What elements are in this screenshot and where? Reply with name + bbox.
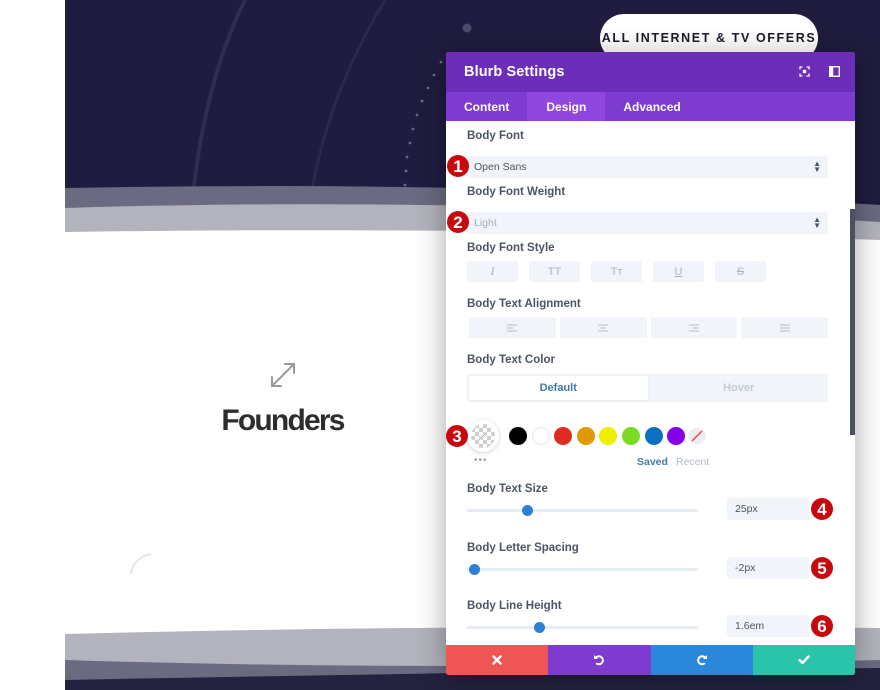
body-font-weight-value: Light bbox=[474, 217, 497, 229]
body-text-size-input[interactable]: 25px bbox=[727, 498, 809, 520]
select-arrows-icon: ▲ ▼ bbox=[813, 159, 821, 174]
step-badge-1: 1 bbox=[447, 155, 469, 177]
focus-mode-icon[interactable] bbox=[797, 64, 811, 78]
body-letter-spacing-field: Body Letter Spacing -2px 5 bbox=[467, 542, 833, 582]
color-swatch-red[interactable] bbox=[554, 427, 573, 445]
body-line-height-input[interactable]: 1.6em bbox=[727, 615, 809, 637]
settings-body: Body Font Open Sans ▲ ▼ 1 Body Font Weigh… bbox=[446, 121, 855, 645]
color-swatch-blue[interactable] bbox=[644, 427, 663, 445]
tab-content[interactable]: Content bbox=[446, 92, 527, 121]
body-font-select[interactable]: Open Sans ▲ ▼ bbox=[467, 156, 828, 178]
close-icon bbox=[492, 655, 502, 665]
undo-button[interactable] bbox=[548, 645, 651, 675]
slider-thumb[interactable] bbox=[533, 622, 545, 633]
align-center-icon bbox=[598, 324, 609, 331]
color-swatches: ••• Saved Recent 3 bbox=[446, 420, 827, 468]
color-swatch-black[interactable] bbox=[509, 427, 527, 445]
undo-icon bbox=[594, 655, 605, 666]
founders-title: Founders bbox=[221, 404, 345, 437]
body-text-size-field: Body Text Size 25px 4 bbox=[467, 483, 833, 523]
cancel-button[interactable] bbox=[446, 645, 549, 675]
align-left-button[interactable] bbox=[469, 317, 556, 338]
body-letter-spacing-slider[interactable] bbox=[467, 564, 698, 575]
underline-button[interactable]: U bbox=[653, 261, 704, 282]
color-swatch-white[interactable] bbox=[531, 427, 550, 445]
body-text-color-label: Body Text Color bbox=[467, 354, 555, 366]
body-letter-spacing-label: Body Letter Spacing bbox=[467, 542, 579, 554]
capitalize-button[interactable]: Tт bbox=[591, 261, 642, 282]
step-badge-3: 3 bbox=[446, 425, 468, 447]
eyedropper-icon bbox=[478, 432, 487, 441]
align-right-button[interactable] bbox=[650, 317, 738, 338]
modal-header[interactable]: Blurb Settings bbox=[446, 52, 855, 92]
saved-colors-tab[interactable]: Saved bbox=[637, 456, 668, 468]
body-text-alignment-field: Body Text Alignment bbox=[467, 298, 828, 343]
body-text-color-field: Body Text Color Default Hover bbox=[467, 354, 828, 414]
decorative-arc bbox=[130, 553, 152, 575]
blurb-settings-modal: Blurb Settings Content Design Advanced B… bbox=[446, 52, 855, 675]
body-font-style-field: Body Font Style I TT Tт U S bbox=[467, 242, 828, 287]
body-text-alignment-label: Body Text Alignment bbox=[467, 298, 581, 310]
scrollbar[interactable] bbox=[850, 209, 855, 435]
align-right-icon bbox=[688, 324, 699, 331]
color-state-toggle: Default Hover bbox=[467, 374, 828, 402]
recent-colors-tab[interactable]: Recent bbox=[676, 456, 709, 468]
modal-footer bbox=[446, 645, 855, 675]
slider-thumb[interactable] bbox=[522, 505, 534, 516]
tab-design[interactable]: Design bbox=[527, 92, 606, 121]
color-swatch-purple[interactable] bbox=[667, 427, 686, 445]
redo-icon bbox=[696, 655, 707, 666]
select-arrows-icon: ▲ ▼ bbox=[813, 215, 821, 230]
body-text-size-label: Body Text Size bbox=[467, 483, 548, 495]
align-center-button[interactable] bbox=[559, 317, 647, 338]
color-picker-button[interactable] bbox=[467, 420, 499, 452]
no-color-swatch[interactable] bbox=[688, 427, 706, 445]
body-font-weight-select[interactable]: Light ▲ ▼ bbox=[467, 212, 828, 234]
uppercase-button[interactable]: TT bbox=[529, 261, 580, 282]
redo-button[interactable] bbox=[650, 645, 753, 675]
color-swatch-yellow[interactable] bbox=[599, 427, 618, 445]
settings-tabs: Content Design Advanced bbox=[446, 92, 855, 121]
align-left-icon bbox=[507, 324, 518, 331]
sidebar-layout-icon[interactable] bbox=[827, 64, 841, 78]
founders-blurb: Founders bbox=[185, 360, 380, 438]
italic-button[interactable]: I bbox=[467, 261, 518, 282]
color-swatch-orange[interactable] bbox=[576, 427, 595, 445]
body-font-weight-label: Body Font Weight bbox=[467, 186, 566, 198]
body-font-label: Body Font bbox=[467, 130, 524, 142]
body-font-value: Open Sans bbox=[474, 161, 527, 173]
align-justify-button[interactable] bbox=[741, 317, 828, 338]
align-justify-icon bbox=[779, 324, 790, 331]
step-badge-5: 5 bbox=[811, 557, 833, 579]
body-line-height-slider[interactable] bbox=[467, 622, 698, 633]
checkmark-icon bbox=[798, 655, 810, 665]
default-state-tab[interactable]: Default bbox=[469, 376, 648, 400]
more-options-button[interactable]: ••• bbox=[474, 455, 488, 466]
step-badge-6: 6 bbox=[811, 615, 833, 637]
strikethrough-button[interactable]: S bbox=[715, 261, 766, 282]
body-line-height-label: Body Line Height bbox=[467, 600, 562, 612]
body-font-field: Body Font Open Sans ▲ ▼ 1 bbox=[447, 130, 828, 180]
save-button[interactable] bbox=[752, 645, 855, 675]
body-text-size-slider[interactable] bbox=[467, 505, 698, 516]
slider-thumb[interactable] bbox=[468, 564, 480, 575]
tab-advanced[interactable]: Advanced bbox=[605, 92, 698, 121]
expand-arrows-icon bbox=[270, 363, 295, 387]
color-swatch-green[interactable] bbox=[622, 427, 640, 445]
modal-title: Blurb Settings bbox=[464, 64, 565, 80]
body-font-weight-field: Body Font Weight Light ▲ ▼ 2 bbox=[447, 186, 828, 236]
hover-state-tab[interactable]: Hover bbox=[650, 374, 829, 402]
body-line-height-field: Body Line Height 1.6em 6 bbox=[467, 600, 833, 640]
body-letter-spacing-input[interactable]: -2px bbox=[727, 557, 809, 579]
step-badge-4: 4 bbox=[811, 498, 833, 520]
step-badge-2: 2 bbox=[447, 211, 469, 233]
body-font-style-label: Body Font Style bbox=[467, 242, 555, 254]
